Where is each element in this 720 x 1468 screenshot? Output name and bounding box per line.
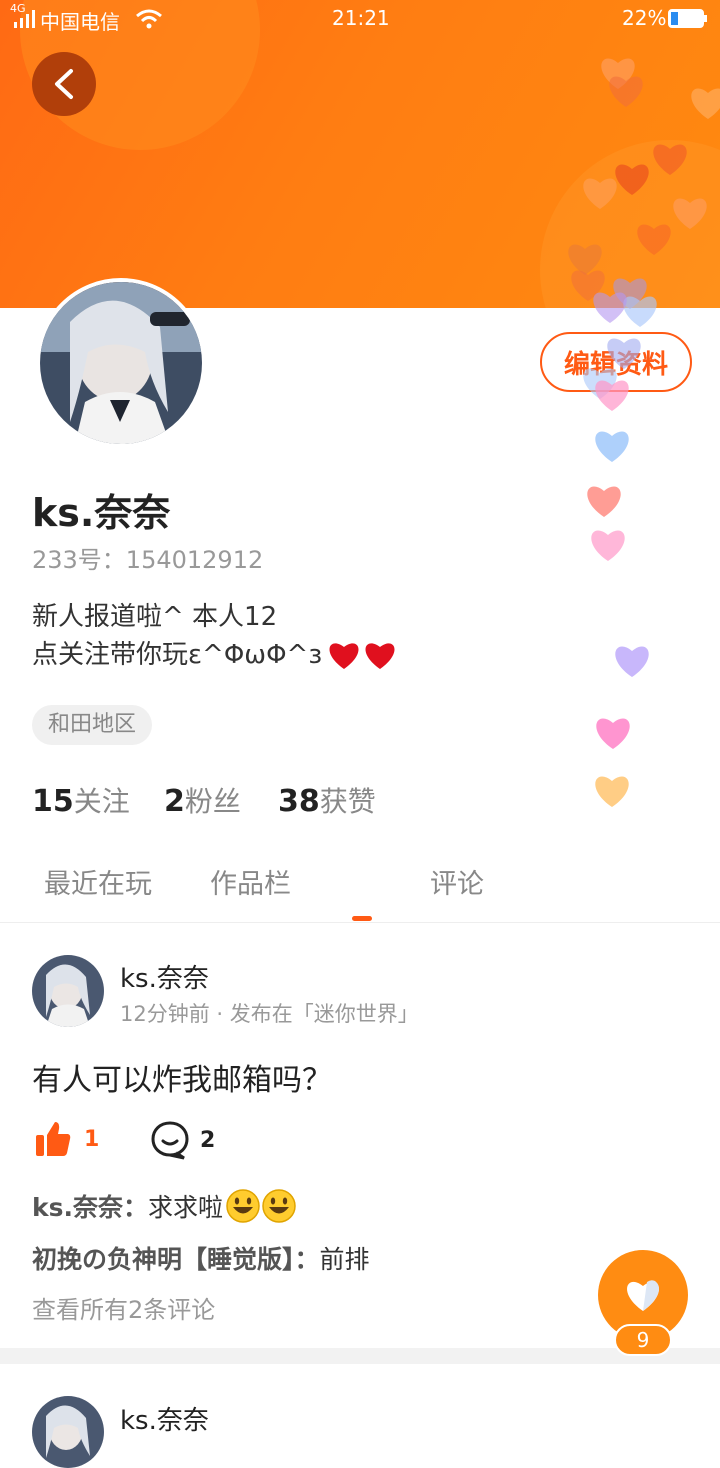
profile-banner <box>0 0 720 308</box>
post-author[interactable]: ks.奈奈 <box>120 958 209 995</box>
profile-uid: 233号：154012912 <box>32 546 264 574</box>
floating-heart-icon <box>615 646 649 677</box>
comment-icon <box>151 1121 189 1160</box>
smiley-emoji-icon <box>262 1189 296 1223</box>
back-icon <box>55 69 73 99</box>
like-count: 1 <box>84 1126 100 1152</box>
like-button[interactable]: 1 <box>34 1120 99 1158</box>
floating-heart-icon <box>595 776 629 807</box>
thumb-up-icon <box>36 1122 71 1156</box>
post-meta: 12分钟前 · 发布在「迷你世界」 <box>120 1002 419 1026</box>
comment-item[interactable]: ks.奈奈： 求求啦 <box>32 1188 297 1224</box>
likes-label: 获赞 <box>319 785 376 818</box>
floating-heart-icon <box>596 718 630 749</box>
following-stat[interactable]: 15关注 <box>32 780 130 820</box>
heart-icon <box>627 1280 659 1311</box>
following-label: 关注 <box>73 785 130 818</box>
post-avatar[interactable] <box>32 1396 104 1468</box>
comment-button[interactable]: 2 <box>150 1120 215 1160</box>
wifi-icon <box>136 9 162 29</box>
bio-line-1: 新人报道啦^ 本人12 <box>32 602 278 632</box>
fans-count: 2 <box>164 784 185 819</box>
red-heart-icon <box>365 643 395 669</box>
following-count: 15 <box>32 784 74 819</box>
status-time: 21:21 <box>332 6 390 30</box>
floating-heart-icon <box>595 431 629 462</box>
tab-comments[interactable]: 评论 <box>430 862 484 901</box>
fans-stat[interactable]: 2粉丝 <box>164 780 241 820</box>
comment-count: 2 <box>200 1127 216 1153</box>
signal-icon <box>14 10 35 28</box>
tab-recently-played[interactable]: 最近在玩 <box>44 862 152 901</box>
smiley-emoji-icon <box>226 1189 260 1223</box>
feed-separator <box>0 1348 720 1364</box>
battery-percent: 22% <box>622 6 667 30</box>
post-author[interactable]: ks.奈奈 <box>120 1400 209 1437</box>
comment-text: 求求啦 <box>148 1193 224 1222</box>
likes-count: 38 <box>278 784 320 819</box>
carrier-name: 中国电信 <box>40 10 120 34</box>
view-all-comments-link[interactable]: 查看所有2条评论 <box>32 1290 215 1325</box>
profile-name: ks.奈奈 <box>32 491 171 535</box>
bio-line-2: 点关注带你玩ε^ΦωΦ^з <box>32 640 323 670</box>
post-avatar[interactable] <box>32 955 104 1027</box>
red-heart-icon <box>329 643 359 669</box>
back-button[interactable] <box>32 52 96 116</box>
comment-item[interactable]: 初挽の负神明【睡觉版】：前排 <box>32 1240 370 1276</box>
comment-text: 前排 <box>319 1245 370 1274</box>
edit-profile-button[interactable]: 编辑资料 <box>540 332 692 392</box>
region-tag: 和田地区 <box>32 705 153 745</box>
battery-icon <box>668 9 707 28</box>
floating-heart-icon <box>591 530 625 561</box>
comment-author: 初挽の负神明【睡觉版】： <box>32 1245 320 1274</box>
fab-badge: 9 <box>614 1324 672 1356</box>
active-tab-indicator <box>352 916 372 921</box>
comment-author: ks.奈奈： <box>32 1193 149 1222</box>
floating-heart-icon <box>587 486 621 517</box>
likes-stat[interactable]: 38获赞 <box>278 780 376 820</box>
fans-label: 粉丝 <box>184 785 241 818</box>
tab-works[interactable]: 作品栏 <box>210 862 291 901</box>
profile-bio: 新人报道啦^ 本人12 点关注带你玩ε^ΦωΦ^з <box>32 598 398 674</box>
post-text[interactable]: 有人可以炸我邮箱吗？ <box>32 1055 332 1099</box>
tab-divider <box>0 922 720 923</box>
profile-avatar[interactable] <box>36 278 206 448</box>
